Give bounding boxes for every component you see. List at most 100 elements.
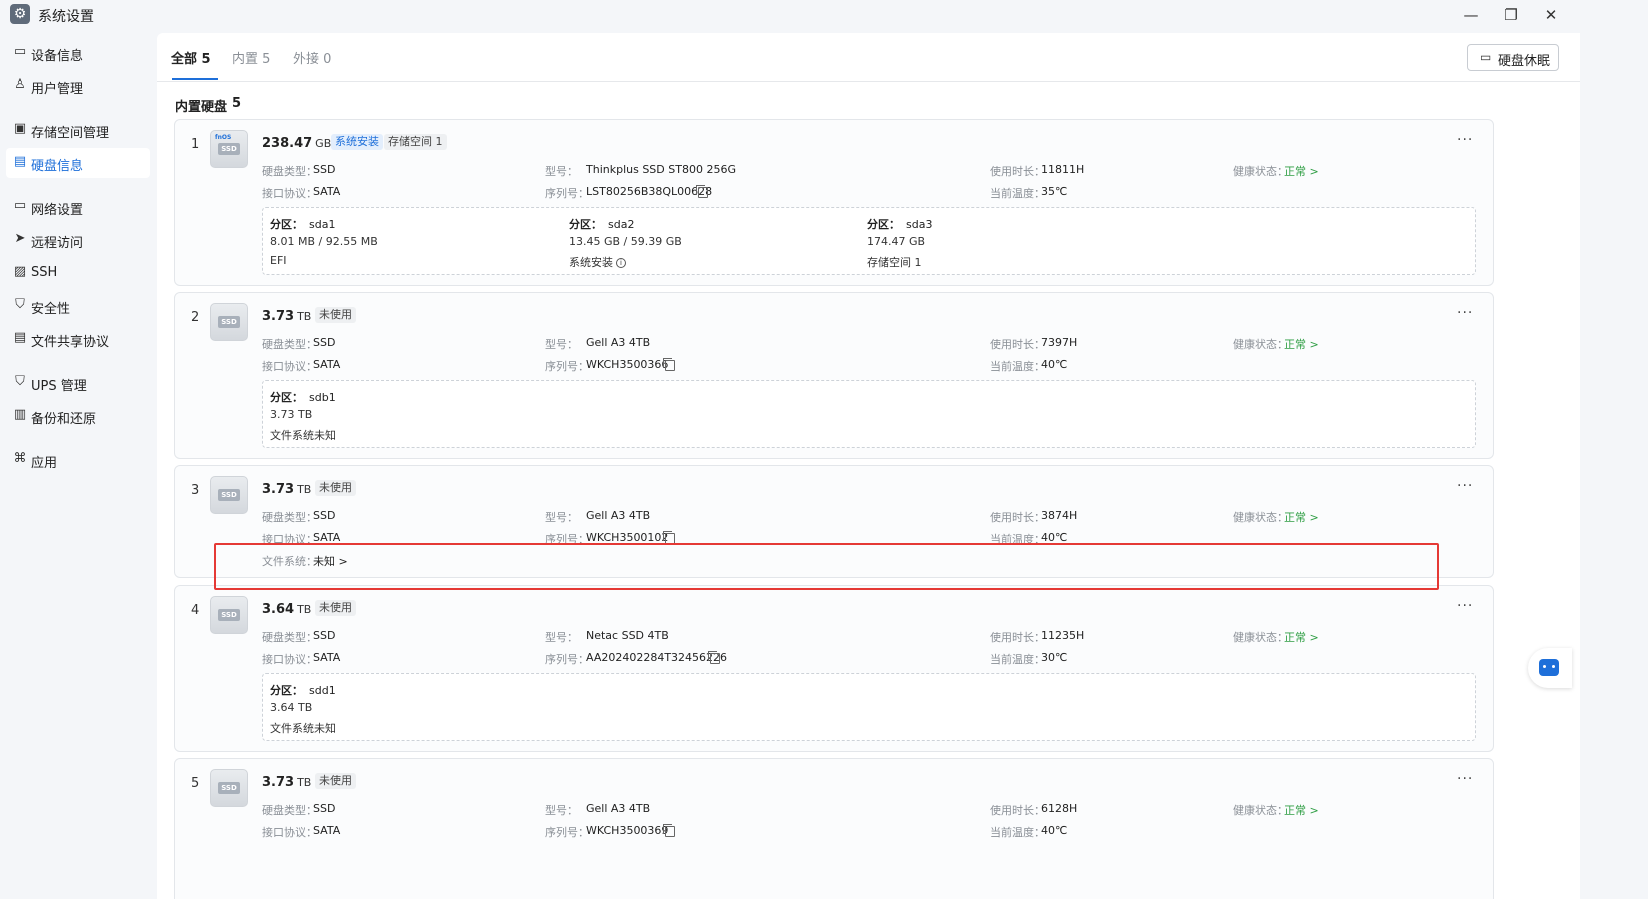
partition-usage: 3.64 TB bbox=[270, 701, 313, 714]
disk-type-label: 硬盘类型： bbox=[262, 338, 317, 351]
temperature-value: 35℃ bbox=[1041, 185, 1068, 198]
tag-unused: 未使用 bbox=[315, 773, 356, 789]
more-options-button[interactable]: ··· bbox=[1457, 132, 1473, 148]
tab-bar: 全部 5 内置 5 外接 0 ▭ 硬盘休眠 bbox=[157, 33, 1580, 82]
filesystem-value-link[interactable]: 未知 > bbox=[313, 553, 348, 569]
section-title: 内置硬盘 bbox=[175, 100, 228, 115]
model-label: 型号： bbox=[545, 338, 578, 351]
os-badge: fnOS bbox=[215, 134, 232, 141]
ssd-badge: SSD bbox=[218, 316, 240, 328]
ups-icon: ⛉ bbox=[15, 374, 25, 389]
health-status-link[interactable]: 正常 > bbox=[1284, 336, 1319, 352]
disk-number: 3 bbox=[191, 483, 200, 498]
sidebar-item-file-sharing[interactable]: ▤ 文件共享协议 bbox=[6, 324, 150, 354]
sidebar-item-disk-info[interactable]: ▤ 硬盘信息 bbox=[6, 148, 150, 178]
sidebar-item-ssh[interactable]: ▨ SSH bbox=[6, 258, 150, 288]
interface-value: SATA bbox=[313, 358, 341, 371]
health-status-link[interactable]: 正常 > bbox=[1284, 802, 1319, 818]
ssd-badge: SSD bbox=[218, 489, 240, 501]
partition-title: 分区： sdd1 bbox=[270, 684, 336, 697]
partition-panel: 分区： sdd1 3.64 TB 文件系统未知 bbox=[262, 673, 1476, 741]
sidebar-item-label: 远程访问 bbox=[31, 236, 84, 251]
more-options-button[interactable]: ··· bbox=[1457, 305, 1473, 321]
temperature-value: 40℃ bbox=[1041, 358, 1068, 371]
disk-type-label: 硬盘类型： bbox=[262, 804, 317, 817]
copy-icon[interactable] bbox=[663, 531, 675, 544]
disk-type-label: 硬盘类型： bbox=[262, 511, 317, 524]
interface-label: 接口协议： bbox=[262, 187, 317, 200]
usage-hours-label: 使用时长： bbox=[990, 804, 1045, 817]
health-status-link[interactable]: 正常 > bbox=[1284, 509, 1319, 525]
partition-title: 分区： sda3 bbox=[867, 218, 933, 231]
partition-panel: 分区： sda1 8.01 MB / 92.55 MB EFI 分区： sda2 1… bbox=[262, 207, 1476, 275]
sidebar-item-user-management[interactable]: ♙ 用户管理 bbox=[6, 71, 150, 101]
tab-external[interactable]: 外接 0 bbox=[293, 48, 331, 67]
copy-icon[interactable] bbox=[663, 358, 675, 371]
partition-purpose: EFI bbox=[270, 254, 287, 267]
copy-icon[interactable] bbox=[708, 651, 720, 664]
assistant-float-button[interactable] bbox=[1528, 648, 1572, 688]
tab-all[interactable]: 全部 5 bbox=[171, 48, 211, 67]
more-options-button[interactable]: ··· bbox=[1457, 478, 1473, 494]
health-status-link[interactable]: 正常 > bbox=[1284, 629, 1319, 645]
disk-type-value: SSD bbox=[313, 802, 336, 815]
disk-icon: ▭ bbox=[1480, 50, 1492, 64]
disk-type-label: 硬盘类型： bbox=[262, 631, 317, 644]
section-count: 5 bbox=[232, 96, 242, 111]
temperature-label: 当前温度： bbox=[990, 533, 1045, 546]
ssd-badge: SSD bbox=[218, 782, 240, 794]
tab-internal[interactable]: 内置 5 bbox=[232, 48, 270, 67]
partition-usage: 13.45 GB / 59.39 GB bbox=[569, 235, 682, 248]
disk-card: 4 SSD 3.64 TB 未使用 ··· 硬盘类型： SSD 接口协议： SAT… bbox=[174, 585, 1494, 752]
temperature-label: 当前温度： bbox=[990, 187, 1045, 200]
disk-type-value: SSD bbox=[313, 163, 336, 176]
close-button[interactable]: ✕ bbox=[1536, 3, 1566, 27]
partition-title: 分区： sda1 bbox=[270, 218, 336, 231]
partition-filesystem: 文件系统未知 bbox=[270, 429, 336, 442]
interface-label: 接口协议： bbox=[262, 653, 317, 666]
tag-unused: 未使用 bbox=[315, 600, 356, 616]
disk-number: 2 bbox=[191, 310, 200, 325]
sidebar-item-label: 硬盘信息 bbox=[31, 159, 84, 174]
serial-label: 序列号： bbox=[545, 187, 589, 200]
disk-number: 5 bbox=[191, 776, 200, 791]
network-icon: ▭ bbox=[13, 198, 27, 213]
window-title: 系统设置 bbox=[38, 9, 94, 25]
sidebar-item-storage[interactable]: ▣ 存储空间管理 bbox=[6, 115, 150, 145]
sidebar-item-ups[interactable]: ⛉ UPS 管理 bbox=[6, 368, 150, 398]
sidebar-item-label: SSH bbox=[31, 265, 58, 280]
copy-icon[interactable] bbox=[696, 185, 708, 198]
minimize-button[interactable]: — bbox=[1456, 3, 1486, 27]
model-value: Netac SSD 4TB bbox=[586, 629, 669, 642]
partition-panel: 分区： sdb1 3.73 TB 文件系统未知 bbox=[262, 380, 1476, 448]
disk-sleep-button[interactable]: ▭ 硬盘休眠 bbox=[1467, 44, 1559, 71]
maximize-button[interactable]: ❐ bbox=[1496, 3, 1526, 27]
filesystem-label: 文件系统： bbox=[262, 555, 317, 568]
usage-hours-value: 11811H bbox=[1041, 163, 1085, 176]
model-label: 型号： bbox=[545, 165, 578, 178]
sidebar-item-network[interactable]: ▭ 网络设置 bbox=[6, 192, 150, 222]
serial-value: WKCH3500369 bbox=[586, 824, 669, 837]
interface-value: SATA bbox=[313, 531, 341, 544]
sidebar-item-security[interactable]: ⛉ 安全性 bbox=[6, 291, 150, 321]
copy-icon[interactable] bbox=[663, 824, 675, 837]
disk-capacity: 3.73 TB bbox=[262, 309, 312, 324]
tag-unused: 未使用 bbox=[315, 480, 356, 496]
temperature-value: 30℃ bbox=[1041, 651, 1068, 664]
sidebar-item-label: 安全性 bbox=[31, 302, 71, 317]
sidebar-item-remote-access[interactable]: ➤ 远程访问 bbox=[6, 225, 150, 255]
sidebar-item-backup[interactable]: ▥ 备份和还原 bbox=[6, 401, 150, 431]
more-options-button[interactable]: ··· bbox=[1457, 771, 1473, 787]
tag-unused: 未使用 bbox=[315, 307, 356, 323]
usage-hours-label: 使用时长： bbox=[990, 338, 1045, 351]
health-status-link[interactable]: 正常 > bbox=[1284, 163, 1319, 179]
sidebar-item-device-info[interactable]: ▭ 设备信息 bbox=[6, 38, 150, 68]
serial-label: 序列号： bbox=[545, 533, 589, 546]
info-icon[interactable]: i bbox=[616, 258, 626, 268]
apps-icon: ⌘ bbox=[13, 451, 27, 466]
serial-label: 序列号： bbox=[545, 360, 589, 373]
sidebar-item-label: 设备信息 bbox=[31, 49, 84, 64]
ssd-drive-icon: SSD bbox=[210, 476, 248, 514]
sidebar-item-apps[interactable]: ⌘ 应用 bbox=[6, 445, 150, 475]
more-options-button[interactable]: ··· bbox=[1457, 598, 1473, 614]
